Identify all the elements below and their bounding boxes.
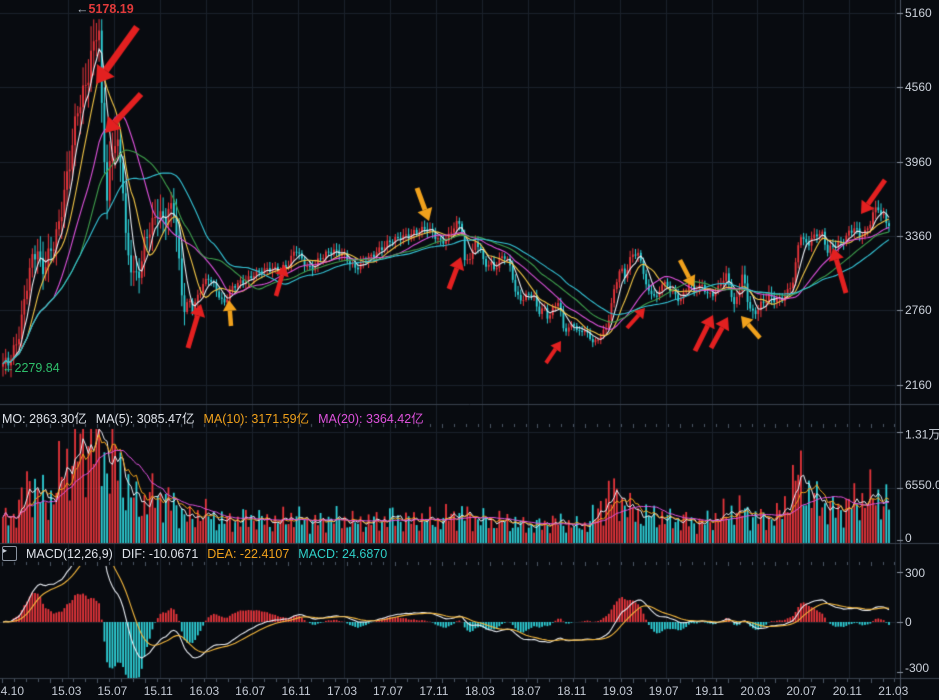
chart-canvas[interactable]: [0, 0, 939, 700]
stock-chart-app: ←5178.19 ←2279.84 MO: 2863.30亿MA(5): 308…: [0, 0, 939, 700]
